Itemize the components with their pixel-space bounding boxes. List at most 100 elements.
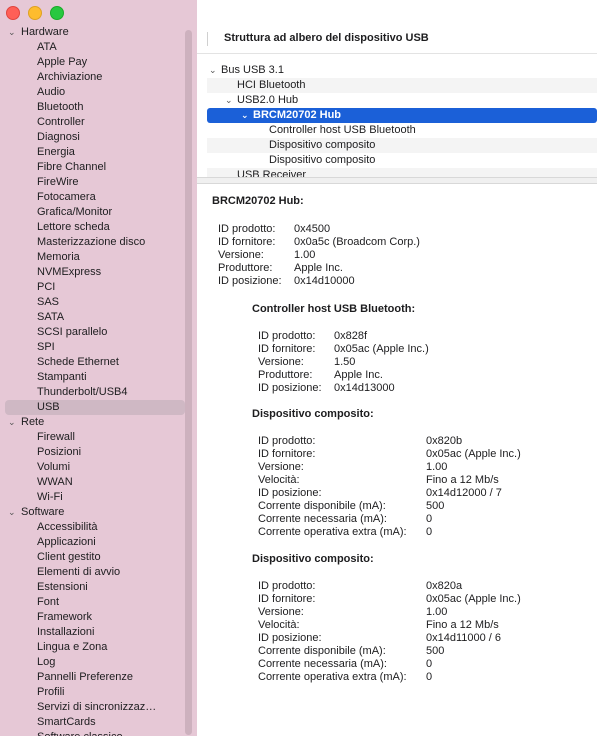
sidebar-item[interactable]: Framework [0, 610, 190, 625]
sidebar-item[interactable]: Fotocamera [0, 190, 190, 205]
sidebar-item[interactable]: Bluetooth [0, 100, 190, 115]
sidebar-item[interactable]: Controller [0, 115, 190, 130]
chevron-down-icon[interactable]: ⌄ [225, 93, 233, 108]
property-value: 0x05ac (Apple Inc.) [334, 343, 429, 355]
property-row: Corrente operativa extra (mA): 0 [258, 671, 597, 684]
sidebar-item[interactable]: Stampanti [0, 370, 190, 385]
sidebar-item[interactable]: USB [5, 400, 185, 415]
sidebar-item[interactable]: SmartCards [0, 715, 190, 730]
sidebar-tree: ⌄ Hardware ATA Apple Pay Archiviazione Audio B… [0, 25, 190, 736]
sidebar-item[interactable]: WWAN [0, 475, 190, 490]
sidebar-item[interactable]: Fibre Channel [0, 160, 190, 175]
property-row: ID prodotto: 0x828f [258, 330, 597, 343]
sidebar-item[interactable]: Schede Ethernet [0, 355, 190, 370]
sidebar-item[interactable]: Accessibilità [0, 520, 190, 535]
sidebar-item[interactable]: Apple Pay [0, 55, 190, 70]
usb-tree-row[interactable]: ⌄ BRCM20702 Hub [207, 108, 597, 123]
zoom-button[interactable] [50, 6, 64, 20]
property-value: 0x820a [426, 580, 463, 592]
details-title: BRCM20702 Hub: [212, 195, 304, 207]
sidebar-item-label: Elementi di avvio [37, 566, 121, 578]
usb-tree-row[interactable]: Dispositivo composito [207, 138, 597, 153]
sidebar-category-hardware[interactable]: ⌄ Hardware [0, 25, 190, 40]
chevron-down-icon[interactable]: ⌄ [8, 505, 16, 520]
usb-tree-row[interactable]: USB Receiver [207, 168, 597, 177]
property-key: ID posizione: [258, 487, 322, 499]
sidebar-item[interactable]: FireWire [0, 175, 190, 190]
usb-tree-row[interactable]: ⌄ Bus USB 3.1 [207, 63, 597, 78]
sidebar-item[interactable]: Archiviazione [0, 70, 190, 85]
sidebar-item[interactable]: Audio [0, 85, 190, 100]
sidebar-item[interactable]: Profili [0, 685, 190, 700]
sidebar-item[interactable]: SAS [0, 295, 190, 310]
sidebar-item[interactable]: Volumi [0, 460, 190, 475]
chevron-down-icon[interactable]: ⌄ [209, 63, 217, 78]
window-controls [6, 6, 64, 20]
property-value: Fino a 12 Mb/s [426, 619, 499, 631]
sidebar-item[interactable]: Grafica/Monitor [0, 205, 190, 220]
sidebar-item[interactable]: SPI [0, 340, 190, 355]
property-key: Versione: [258, 606, 304, 618]
chevron-down-icon[interactable]: ⌄ [241, 108, 249, 123]
property-row: Corrente disponibile (mA): 500 [258, 645, 597, 658]
sidebar-item[interactable]: SATA [0, 310, 190, 325]
sidebar-item-label: SAS [37, 296, 60, 308]
property-key: ID prodotto: [258, 435, 316, 447]
sidebar-category-rete[interactable]: ⌄ Rete [0, 415, 190, 430]
property-row: ID prodotto: 0x820a [258, 580, 597, 593]
sidebar-item[interactable]: PCI [0, 280, 190, 295]
sidebar-item[interactable]: Firewall [0, 430, 190, 445]
sidebar-item[interactable]: Lingua e Zona [0, 640, 190, 655]
sidebar-item[interactable]: Servizi di sincronizzaz… [0, 700, 190, 715]
usb-tree-row[interactable]: HCI Bluetooth [207, 78, 597, 93]
minimize-button[interactable] [28, 6, 42, 20]
property-key: Produttore: [218, 262, 273, 274]
sidebar-item-label: Diagnosi [37, 131, 80, 143]
child-device-title: Dispositivo composito: [252, 553, 374, 565]
sidebar-item[interactable]: NVMExpress [0, 265, 190, 280]
sidebar-item-label: Estensioni [37, 581, 88, 593]
property-row: Corrente necessaria (mA): 0 [258, 658, 597, 671]
sidebar-item[interactable]: Client gestito [0, 550, 190, 565]
sidebar-item[interactable]: Masterizzazione disco [0, 235, 190, 250]
usb-tree-label: USB2.0 Hub [237, 94, 299, 106]
usb-tree-label: Dispositivo composito [269, 139, 376, 151]
sidebar-item[interactable]: Software classico [0, 730, 190, 736]
sidebar-item[interactable]: Elementi di avvio [0, 565, 190, 580]
sidebar-item[interactable]: Posizioni [0, 445, 190, 460]
sidebar-scrollbar[interactable] [185, 30, 192, 735]
child-device-title: Controller host USB Bluetooth: [252, 303, 416, 315]
close-button[interactable] [6, 6, 20, 20]
sidebar-item[interactable]: Memoria [0, 250, 190, 265]
split-divider[interactable] [197, 177, 597, 184]
sidebar-item[interactable]: Energia [0, 145, 190, 160]
sidebar-item[interactable]: Lettore scheda [0, 220, 190, 235]
sidebar-item[interactable]: Pannelli Preferenze [0, 670, 190, 685]
usb-tree-row[interactable]: Controller host USB Bluetooth [207, 123, 597, 138]
sidebar-item-label: Schede Ethernet [37, 356, 119, 368]
sidebar-item-label: Client gestito [37, 551, 101, 563]
property-row: Versione: 1.50 [258, 356, 597, 369]
property-key: ID posizione: [258, 632, 322, 644]
usb-tree-row[interactable]: ⌄ USB2.0 Hub [207, 93, 597, 108]
sidebar-item[interactable]: Font [0, 595, 190, 610]
sidebar-item[interactable]: Installazioni [0, 625, 190, 640]
usb-tree-row[interactable]: Dispositivo composito [207, 153, 597, 168]
property-key: ID prodotto: [258, 580, 316, 592]
property-key: Versione: [218, 249, 264, 261]
sidebar-item[interactable]: Wi-Fi [0, 490, 190, 505]
sidebar-item[interactable]: ATA [0, 40, 190, 55]
sidebar-item[interactable]: SCSI parallelo [0, 325, 190, 340]
chevron-down-icon[interactable]: ⌄ [8, 415, 16, 430]
sidebar-item[interactable]: Applicazioni [0, 535, 190, 550]
sidebar-item-label: Framework [37, 611, 93, 623]
sidebar-category-software[interactable]: ⌄ Software [0, 505, 190, 520]
property-row: ID posizione: 0x14d10000 [218, 275, 578, 288]
sidebar-item[interactable]: Log [0, 655, 190, 670]
header-divider [207, 32, 208, 46]
sidebar-item[interactable]: Estensioni [0, 580, 190, 595]
chevron-down-icon[interactable]: ⌄ [8, 25, 16, 40]
sidebar-item[interactable]: Thunderbolt/USB4 [0, 385, 190, 400]
sidebar-item[interactable]: Diagnosi [0, 130, 190, 145]
property-row: ID fornitore: 0x05ac (Apple Inc.) [258, 448, 597, 461]
